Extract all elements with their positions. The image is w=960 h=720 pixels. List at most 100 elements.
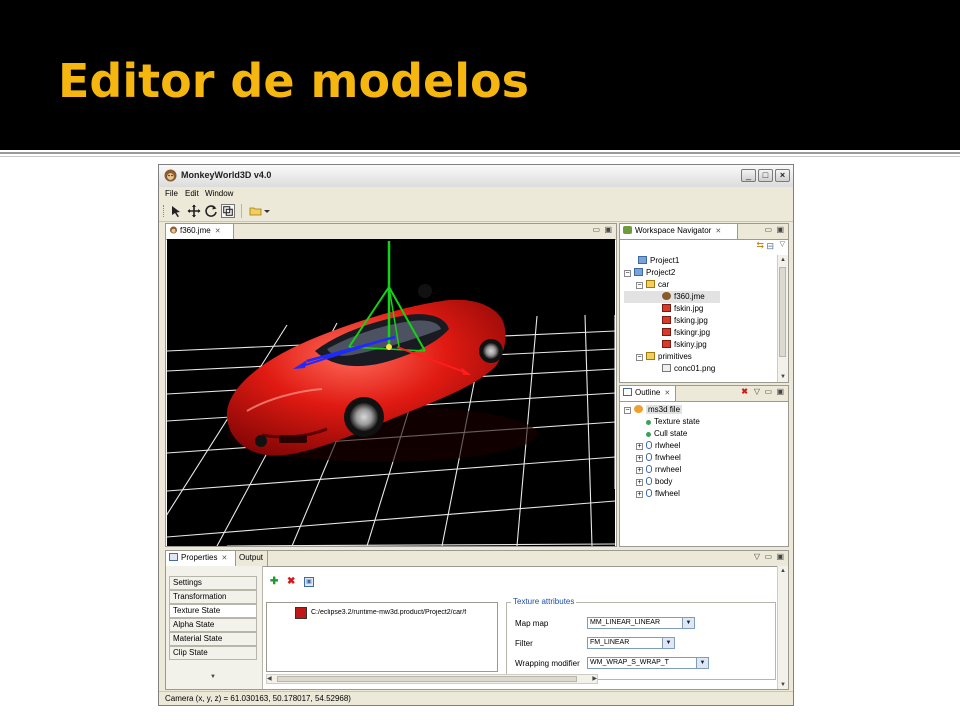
view-menu-icon[interactable]: ▽ bbox=[754, 552, 760, 561]
filter-select[interactable]: FM_LINEAR ▼ bbox=[587, 637, 675, 649]
outline-item-flwheel[interactable]: + flwheel bbox=[624, 488, 700, 500]
texture-settings-icon[interactable]: ▣ bbox=[304, 577, 314, 587]
3d-scene[interactable] bbox=[166, 239, 616, 546]
tree-item-fskin-jpg[interactable]: fskin.jpg bbox=[624, 303, 720, 315]
tab-f360-jme[interactable]: f360.jme ✕ bbox=[166, 224, 234, 239]
collapse-icon[interactable]: − bbox=[636, 282, 643, 289]
scroll-down-icon[interactable]: ▼ bbox=[779, 373, 787, 381]
close-tab-icon[interactable]: ✕ bbox=[715, 228, 721, 235]
open-folder-icon[interactable] bbox=[249, 204, 263, 218]
properties-vscrollbar[interactable]: ▲ ▼ bbox=[777, 566, 788, 689]
collapse-icon[interactable]: − bbox=[624, 407, 631, 414]
minimize-view-icon[interactable]: ▭ bbox=[764, 225, 772, 234]
chevron-down-icon[interactable]: ▼ bbox=[696, 658, 708, 668]
minimize-button[interactable]: _ bbox=[741, 169, 756, 182]
window-titlebar[interactable]: MonkeyWorld3D v4.0 _ □ × bbox=[159, 165, 793, 188]
scroll-thumb[interactable] bbox=[779, 267, 786, 357]
filter-label: Filter bbox=[515, 639, 533, 648]
close-tab-icon[interactable]: ✕ bbox=[221, 555, 227, 562]
wrapping-modifier-select[interactable]: WM_WRAP_S_WRAP_T ▼ bbox=[587, 657, 709, 669]
maximize-view-icon[interactable]: ▣ bbox=[776, 552, 784, 561]
chevron-down-icon[interactable]: ▼ bbox=[682, 618, 694, 628]
maximize-button[interactable]: □ bbox=[758, 169, 773, 182]
side-tab-settings[interactable]: Settings bbox=[169, 576, 257, 590]
texture-path[interactable]: C:/eclipse3.2/runtime-mw3d.product/Proje… bbox=[311, 609, 497, 616]
outline-item-body[interactable]: + body bbox=[624, 476, 700, 488]
expand-icon[interactable]: + bbox=[636, 467, 643, 474]
tab-output[interactable]: Output bbox=[236, 551, 268, 566]
view-menu-icon[interactable]: ▽ bbox=[780, 240, 785, 248]
scroll-down-icon[interactable]: ▼ bbox=[779, 681, 787, 689]
close-tab-icon[interactable]: ✕ bbox=[664, 390, 670, 397]
maximize-view-icon[interactable]: ▣ bbox=[776, 225, 784, 234]
side-tab-transformation[interactable]: Transformation bbox=[169, 590, 257, 604]
collapse-icon[interactable]: − bbox=[636, 354, 643, 361]
collapse-icon[interactable]: − bbox=[624, 270, 631, 277]
outline-item-ms3d-file[interactable]: − ms3d file bbox=[624, 404, 700, 416]
outline-item-cull-state[interactable]: Cull state bbox=[624, 428, 700, 440]
tree-item-f360-jme[interactable]: f360.jme bbox=[624, 291, 720, 303]
maximize-view-icon[interactable]: ▣ bbox=[604, 225, 612, 234]
outline-item-rlwheel[interactable]: + rlwheel bbox=[624, 440, 700, 452]
chevron-down-icon[interactable] bbox=[263, 204, 271, 218]
move-tool-icon[interactable] bbox=[187, 204, 201, 218]
monkey-app-icon bbox=[164, 169, 177, 182]
outline-item-texture-state[interactable]: Texture state bbox=[624, 416, 700, 428]
outline-item-frwheel[interactable]: + frwheel bbox=[624, 452, 700, 464]
menu-file[interactable]: File bbox=[165, 189, 178, 198]
scroll-up-icon[interactable]: ▲ bbox=[779, 567, 787, 575]
image-file-icon bbox=[662, 316, 671, 324]
tree-item-project2[interactable]: − Project2 bbox=[624, 267, 720, 279]
tab-properties[interactable]: Properties ✕ bbox=[166, 551, 236, 566]
outline-item-rrwheel[interactable]: + rrwheel bbox=[624, 464, 700, 476]
chevron-down-icon[interactable]: ▼ bbox=[662, 638, 674, 648]
close-tab-icon[interactable]: ✕ bbox=[215, 228, 221, 235]
tab-outline[interactable]: Outline ✕ bbox=[620, 386, 676, 401]
texture-list[interactable]: C:/eclipse3.2/runtime-mw3d.product/Proje… bbox=[266, 602, 498, 672]
close-button[interactable]: × bbox=[775, 169, 790, 182]
scroll-left-icon[interactable]: ◀ bbox=[267, 675, 272, 683]
tree-item-fskiny-jpg[interactable]: fskiny.jpg bbox=[624, 339, 720, 351]
delete-icon[interactable]: ✖ bbox=[741, 387, 748, 396]
select-tool-icon[interactable] bbox=[170, 204, 184, 218]
minimize-view-icon[interactable]: ▭ bbox=[764, 387, 772, 396]
expand-icon[interactable]: + bbox=[636, 455, 643, 462]
add-texture-icon[interactable]: ✚ bbox=[270, 576, 278, 587]
collapse-all-icon[interactable]: ⊟ bbox=[766, 241, 774, 252]
scroll-thumb[interactable] bbox=[277, 676, 577, 682]
link-editor-icon[interactable]: ⇆ bbox=[756, 240, 764, 251]
tree-item-fskingr-jpg[interactable]: fskingr.jpg bbox=[624, 327, 720, 339]
scroll-down-icon[interactable]: ▼ bbox=[210, 674, 216, 680]
scale-tool-icon[interactable] bbox=[221, 204, 235, 218]
tab-workspace-navigator[interactable]: Workspace Navigator ✕ bbox=[620, 224, 738, 239]
editor-tab-label: f360.jme bbox=[180, 226, 211, 235]
horizontal-scrollbar[interactable]: ◀ ▶ bbox=[266, 674, 598, 684]
3d-viewport[interactable] bbox=[166, 239, 616, 546]
expand-icon[interactable]: + bbox=[636, 479, 643, 486]
tree-item-car[interactable]: − car bbox=[624, 279, 720, 291]
remove-texture-icon[interactable]: ✖ bbox=[287, 576, 295, 587]
tree-item-fsking-jpg[interactable]: fsking.jpg bbox=[624, 315, 720, 327]
map-map-select[interactable]: MM_LINEAR_LINEAR ▼ bbox=[587, 617, 695, 629]
tree-item-primitives[interactable]: − primitives bbox=[624, 351, 720, 363]
navigator-scrollbar[interactable]: ▲ ▼ bbox=[777, 255, 788, 382]
side-tab-texture-state[interactable]: Texture State bbox=[169, 604, 257, 618]
tree-item-conc01-png[interactable]: conc01.png bbox=[624, 363, 720, 375]
rotate-tool-icon[interactable] bbox=[204, 204, 218, 218]
menu-edit[interactable]: Edit bbox=[185, 189, 199, 198]
side-tab-clip-state[interactable]: Clip State bbox=[169, 646, 257, 660]
maximize-view-icon[interactable]: ▣ bbox=[776, 387, 784, 396]
minimize-view-icon[interactable]: ▭ bbox=[592, 225, 600, 234]
menu-window[interactable]: Window bbox=[205, 189, 233, 198]
car-model[interactable] bbox=[226, 284, 537, 462]
scroll-right-icon[interactable]: ▶ bbox=[592, 675, 597, 683]
tree-item-project1[interactable]: Project1 bbox=[624, 255, 720, 267]
side-tab-alpha-state[interactable]: Alpha State bbox=[169, 618, 257, 632]
view-menu-icon[interactable]: ▽ bbox=[754, 387, 760, 396]
side-tab-material-state[interactable]: Material State bbox=[169, 632, 257, 646]
scroll-up-icon[interactable]: ▲ bbox=[779, 256, 787, 264]
expand-icon[interactable]: + bbox=[636, 443, 643, 450]
expand-icon[interactable]: + bbox=[636, 491, 643, 498]
group-title: Texture attributes bbox=[511, 597, 577, 606]
minimize-view-icon[interactable]: ▭ bbox=[764, 552, 772, 561]
